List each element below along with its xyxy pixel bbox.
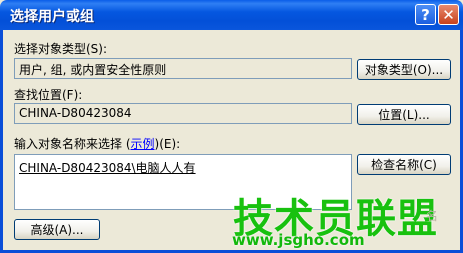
location-field: CHINA-D80423084: [14, 103, 352, 124]
object-types-button[interactable]: 对象类型(O)...: [357, 59, 451, 80]
location-label: 查找位置(F):: [14, 88, 83, 102]
object-type-label: 选择对象类型(S):: [14, 42, 108, 56]
watermark-ghost-text: 名: [426, 209, 439, 223]
frame-left: [0, 30, 3, 253]
locations-button[interactable]: 位置(L)...: [357, 104, 451, 125]
close-button[interactable]: ✕: [438, 4, 459, 25]
close-icon: ✕: [442, 5, 455, 24]
watermark-url: www.jsgho.com: [232, 231, 365, 249]
advanced-button[interactable]: 高级(A)...: [14, 219, 100, 240]
select-users-groups-dialog: 选择用户或组 ? ✕ 选择对象类型(S): 用户, 组, 或内置安全性原则 对象…: [0, 0, 463, 253]
help-button[interactable]: ?: [415, 4, 436, 25]
object-type-field: 用户, 组, 或内置安全性原则: [14, 58, 352, 79]
object-names-label-prefix: 输入对象名称来选择 (: [14, 137, 131, 151]
check-names-button[interactable]: 检查名称(C): [357, 154, 451, 175]
title-bar[interactable]: 选择用户或组 ? ✕: [0, 0, 463, 30]
object-name-entry: CHINA-D80423084\电脑人人有: [19, 161, 196, 175]
examples-link[interactable]: 示例: [131, 137, 155, 151]
object-names-label-suffix: )(E):: [154, 137, 181, 151]
question-mark-icon: ?: [421, 5, 430, 24]
object-names-label: 输入对象名称来选择 (示例)(E):: [14, 135, 180, 152]
dialog-title: 选择用户或组: [10, 9, 94, 25]
